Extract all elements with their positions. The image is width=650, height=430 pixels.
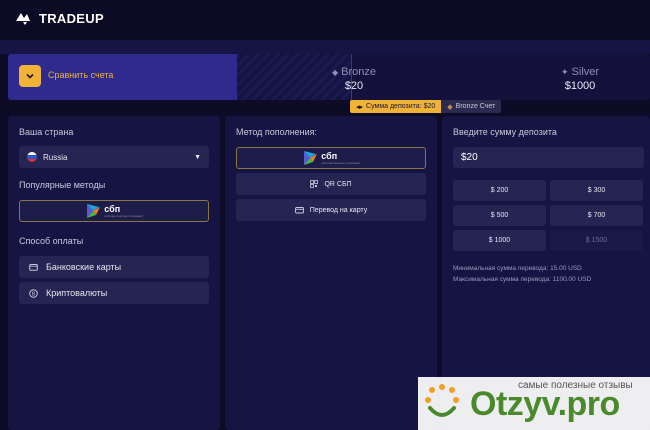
card-icon xyxy=(294,207,304,214)
chevron-down-icon xyxy=(26,73,34,79)
logo-icon xyxy=(16,13,30,25)
tier-bronze[interactable]: ◆ Bronze $20 xyxy=(324,66,384,92)
payment-option-crypto[interactable]: B Криптовалюты xyxy=(19,282,209,304)
amount-preset-1500: $ 1500 xyxy=(550,230,643,251)
sbp-logo: сбп система быстрых платежей xyxy=(85,203,143,219)
watermark-logo-icon xyxy=(425,384,459,417)
min-transfer-note: Минимальная сумма перевода: 15.00 USD xyxy=(453,265,582,272)
diamond-icon: ◆ xyxy=(447,103,453,111)
sbp-icon xyxy=(87,204,101,218)
header-strip xyxy=(0,40,650,54)
amount-preset-300[interactable]: $ 300 xyxy=(550,180,643,201)
sbp-subtitle: система быстрых платежей xyxy=(104,213,143,218)
payment-option-label: Криптовалюты xyxy=(46,288,108,298)
deposit-amount-title: Введите сумму депозита xyxy=(453,127,557,137)
sbp-icon xyxy=(304,151,318,165)
deposit-badge: ◂▸ Сумма депозита: $20 ◆ Bronze Счет xyxy=(350,100,502,113)
coin-icon: B xyxy=(29,288,38,298)
watermark-brand: Otzyv.pro xyxy=(470,385,620,423)
amount-preset-500[interactable]: $ 500 xyxy=(453,205,546,226)
amount-preset-200[interactable]: $ 200 xyxy=(453,180,546,201)
payment-method-label: Способ оплаты xyxy=(19,236,84,246)
tier-silver[interactable]: ✦ Silver $1000 xyxy=(550,66,610,92)
wallet-icon xyxy=(29,264,38,271)
tier-name: Silver xyxy=(571,66,600,78)
account-type-badge: ◆ Bronze Счет xyxy=(441,100,502,113)
deposit-amount-badge: ◂▸ Сумма депозита: $20 xyxy=(350,100,442,113)
sbp-logo: сбп система быстрых платежей xyxy=(302,150,360,166)
compare-accounts-label[interactable]: Сравнить счета xyxy=(48,70,113,80)
logo-text: TRADEUP xyxy=(39,10,104,26)
country-panel: Ваша страна Russia ▼ Популярные методы с… xyxy=(8,116,220,430)
country-select[interactable]: Russia ▼ xyxy=(19,146,209,168)
flag-russia-icon xyxy=(27,152,37,162)
method-label: Перевод на карту xyxy=(309,206,368,214)
sbp-word: сбп xyxy=(104,203,121,214)
payment-option-bank-cards[interactable]: Банковские карты xyxy=(19,256,209,278)
country-label: Ваша страна xyxy=(19,127,74,137)
method-label: QR СБП xyxy=(324,180,352,188)
tier-name: Bronze xyxy=(341,66,377,78)
method-qr-sbp[interactable]: QR СБП xyxy=(236,173,426,195)
svg-text:B: B xyxy=(32,291,36,297)
method-sbp[interactable]: сбп система быстрых платежей xyxy=(236,147,426,169)
deposit-method-panel: Метод пополнения: сбп система быстрых пл… xyxy=(225,116,437,430)
tier-progress-fill xyxy=(8,54,237,100)
deposit-method-title: Метод пополнения: xyxy=(236,127,318,137)
account-type-text: Bronze Счет xyxy=(455,103,496,110)
method-card-transfer[interactable]: Перевод на карту xyxy=(236,199,426,221)
sparkle-icon: ✦ xyxy=(560,67,569,77)
tier-value: $20 xyxy=(344,80,364,92)
payment-option-label: Банковские карты xyxy=(46,262,122,272)
diamond-icon: ◆ xyxy=(331,68,339,77)
top-bar: TRADEUP xyxy=(0,0,650,40)
country-value: Russia xyxy=(43,152,68,162)
account-tier-bar: Сравнить счета ◆ Bronze $20 ✦ Silver $10… xyxy=(8,54,650,100)
deposit-amount-input[interactable]: $20 xyxy=(453,147,644,168)
arrows-icon: ◂▸ xyxy=(356,103,364,111)
compare-accounts-button[interactable] xyxy=(19,65,41,87)
tier-value: $1000 xyxy=(564,80,596,92)
deposit-amount-text: Сумма депозита: $20 xyxy=(366,103,436,110)
logo[interactable]: TRADEUP xyxy=(14,9,104,27)
popular-method-sbp[interactable]: сбп система быстрых платежей xyxy=(19,200,209,222)
amount-preset-1000[interactable]: $ 1000 xyxy=(453,230,546,251)
popular-methods-label: Популярные методы xyxy=(19,180,106,190)
qr-code-icon xyxy=(310,180,319,188)
max-transfer-note: Максимальная сумма перевода: 1100.00 USD xyxy=(453,276,592,283)
sbp-subtitle: система быстрых платежей xyxy=(321,160,360,165)
caret-down-icon: ▼ xyxy=(194,153,201,161)
amount-preset-700[interactable]: $ 700 xyxy=(550,205,643,226)
sbp-word: сбп xyxy=(321,150,338,161)
